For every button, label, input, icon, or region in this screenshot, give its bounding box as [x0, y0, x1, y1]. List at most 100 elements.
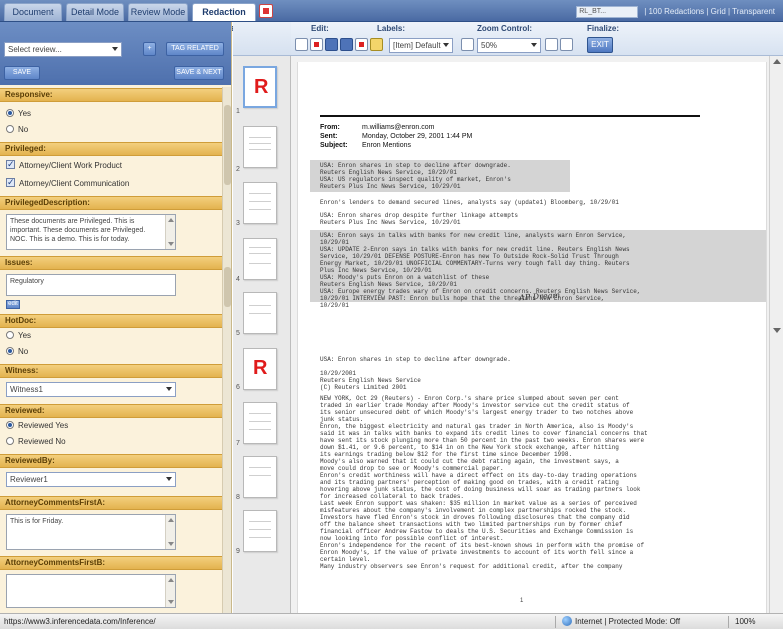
reviewed-yes-radio[interactable]: Reviewed Yes: [6, 420, 68, 432]
page-number: 4: [236, 276, 240, 283]
rotate-icon[interactable]: [560, 38, 573, 51]
document-page: From: m.williams@enron.com Sent: Monday, O…: [297, 62, 767, 613]
fit-page-icon[interactable]: [461, 38, 474, 51]
radio-icon: [6, 421, 14, 429]
status-url: https://www3.inferencedata.com/Inference…: [4, 617, 156, 626]
privileged-description-field[interactable]: These documents are Privileged. This is …: [6, 214, 176, 250]
section-attorney-comments-b: AttorneyCommentsFirstB:: [0, 556, 222, 570]
zoom-select[interactable]: 50%: [477, 38, 541, 53]
review-select[interactable]: Select review...: [4, 42, 122, 57]
browser-status-bar: https://www3.inferencedata.com/Inference…: [0, 613, 783, 629]
page-thumbnail-4[interactable]: [243, 238, 277, 280]
browser-zoom[interactable]: 100%: [735, 614, 755, 629]
email-subject-row: Subject: Enron Mentions: [320, 142, 411, 149]
page-number: 3: [236, 220, 240, 227]
page-number: 1: [236, 108, 240, 115]
attorney-comments-a-field[interactable]: This is for Friday.: [6, 514, 176, 550]
headline-block-4: USA: Enron says in talks with banks for …: [320, 232, 641, 309]
textarea-scrollbar[interactable]: [165, 515, 175, 549]
thumb-line: [249, 247, 271, 248]
thumb-line: [249, 467, 271, 468]
document-viewer[interactable]: From: m.williams@enron.com Sent: Monday, O…: [291, 56, 783, 613]
thumb-line: [249, 193, 271, 194]
responsive-yes-label: Yes: [18, 109, 32, 118]
page-thumbnail-9[interactable]: [243, 510, 277, 552]
page-thumbnail-2[interactable]: [243, 126, 277, 168]
chevron-down-icon: [112, 47, 118, 51]
mode-tab-bar: Document Detail Mode Review Mode Redacti…: [0, 0, 783, 33]
redaction-toolbar: Edit: Labels: Zoom Control: Finalize: [I…: [291, 22, 783, 56]
tab-review-mode[interactable]: Review Mode: [128, 3, 188, 21]
labels-label: Labels:: [377, 24, 406, 33]
zoom-in-icon[interactable]: [545, 38, 558, 51]
security-zone[interactable]: Internet | Protected Mode: Off: [562, 614, 680, 629]
thumb-line: [249, 529, 271, 530]
chevron-down-icon: [166, 387, 172, 391]
reviewed-no-radio[interactable]: Reviewed No: [6, 436, 66, 448]
view-options-links[interactable]: | 100 Redactions | Grid | Transparent: [644, 7, 775, 16]
save-next-button[interactable]: SAVE & NEXT: [174, 66, 224, 80]
reviewed-by-select[interactable]: Reviewer1: [6, 472, 176, 487]
page-thumbnail-6[interactable]: R: [243, 348, 277, 390]
page-number: 6: [236, 384, 240, 391]
headline-line-2: Enron's lenders to demand secured lines,…: [320, 199, 619, 206]
label-select[interactable]: [Item] Default: [389, 38, 453, 53]
textarea-scrollbar[interactable]: [165, 215, 175, 249]
security-zone-label: Internet | Protected Mode: Off: [575, 617, 681, 626]
witness-select[interactable]: Witness1: [6, 382, 176, 397]
page-number: 8: [236, 494, 240, 501]
add-button[interactable]: +: [143, 42, 156, 56]
thumb-line: [249, 201, 271, 202]
section-hotdoc: HotDoc:: [0, 314, 222, 328]
privileged-communication-label: Attorney/Client Communication: [19, 179, 130, 188]
privileged-communication-checkbox[interactable]: Attorney/Client Communication: [6, 176, 130, 190]
copy-icon[interactable]: [340, 38, 353, 51]
chevron-down-icon: [531, 43, 537, 47]
note-icon[interactable]: [370, 38, 383, 51]
issues-field[interactable]: Regulatory: [6, 274, 176, 296]
viewer-scrollbar[interactable]: [769, 56, 783, 613]
label-select-value: [Item] Default: [393, 41, 441, 50]
save-button[interactable]: SAVE: [4, 66, 40, 80]
exit-button[interactable]: EXIT: [587, 37, 613, 53]
zoom-value: 50%: [481, 41, 498, 50]
responsive-no-radio[interactable]: No: [6, 124, 28, 136]
page-thumbnail-8[interactable]: [243, 456, 277, 498]
scrollbar-thumb-secondary[interactable]: [224, 267, 231, 307]
top-right-controls: RL_BT... | 100 Redactions | Grid | Transp…: [576, 6, 775, 18]
page-thumbnail-5[interactable]: [243, 292, 277, 334]
tag-related-button[interactable]: TAG RELATED: [166, 42, 224, 56]
redaction-set-select[interactable]: RL_BT...: [576, 6, 639, 18]
privileged-work-product-checkbox[interactable]: Attorney/Client Work Product: [6, 158, 122, 172]
responsive-yes-radio[interactable]: Yes: [6, 108, 31, 120]
highlight-icon[interactable]: [355, 38, 368, 51]
radio-icon: [6, 437, 14, 445]
textarea-scrollbar[interactable]: [165, 575, 175, 607]
save-icon[interactable]: [325, 38, 338, 51]
hotdoc-no-label: No: [18, 347, 29, 356]
hotdoc-yes-radio[interactable]: Yes: [6, 330, 31, 342]
page-thumbnail-3[interactable]: [243, 182, 277, 224]
redact-icon[interactable]: [310, 38, 323, 51]
tab-redaction-mode[interactable]: Redaction Mode: [192, 3, 256, 33]
scrollbar-thumb[interactable]: [224, 105, 231, 185]
coding-panel-scrollbar[interactable]: [222, 87, 231, 613]
thumb-line: [249, 475, 271, 476]
section-privileged: Privileged:: [0, 142, 222, 156]
responsive-no-label: No: [18, 125, 29, 134]
thumb-line: [249, 253, 271, 254]
radio-icon: [6, 109, 14, 117]
page-thumbnail-1[interactable]: R: [243, 66, 277, 108]
redaction-tab-icon[interactable]: [259, 4, 273, 18]
hotdoc-no-radio[interactable]: No: [6, 346, 28, 358]
issues-edit-button[interactable]: edit: [6, 300, 20, 309]
headline-block-3: USA: Enron shares drop despite further l…: [320, 212, 519, 226]
attorney-comments-b-field[interactable]: [6, 574, 176, 608]
page-icon[interactable]: [295, 38, 308, 51]
tab-detail-mode[interactable]: Detail Mode: [66, 3, 124, 21]
redacted-marker: R: [254, 76, 269, 98]
status-divider: [555, 616, 556, 628]
page-thumbnail-7[interactable]: [243, 402, 277, 444]
reviewed-by-value: Reviewer1: [10, 475, 48, 484]
tab-document[interactable]: Document: [4, 3, 62, 21]
